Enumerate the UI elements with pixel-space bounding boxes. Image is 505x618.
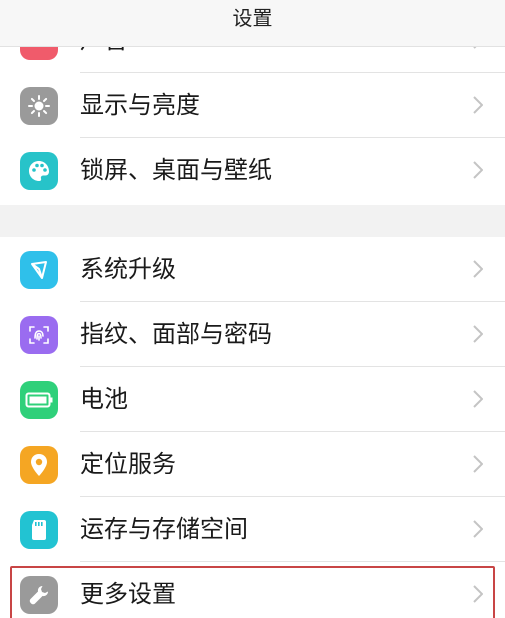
- title-bar: 设置: [0, 0, 505, 47]
- settings-item-storage[interactable]: 运存与存储空间: [0, 497, 505, 562]
- page-title: 设置: [232, 5, 273, 30]
- settings-item-label: 更多设置: [80, 580, 176, 608]
- settings-screen: 设置 声音 显示与亮度: [0, 0, 505, 618]
- settings-item-system-update[interactable]: 系统升级: [0, 237, 505, 302]
- settings-item-label: 显示与亮度: [80, 91, 200, 119]
- chevron-right-icon: [473, 520, 483, 538]
- fingerprint-icon: [20, 316, 58, 354]
- chevron-right-icon: [473, 161, 483, 179]
- chevron-right-icon: [473, 585, 483, 603]
- chevron-right-icon: [473, 325, 483, 343]
- chevron-right-icon: [473, 390, 483, 408]
- storage-icon: [20, 511, 58, 549]
- settings-item-label: 指纹、面部与密码: [80, 320, 272, 348]
- settings-item-battery[interactable]: 电池: [0, 367, 505, 432]
- settings-item-label: 电池: [80, 385, 128, 413]
- chevron-right-icon: [473, 96, 483, 114]
- chevron-right-icon: [473, 455, 483, 473]
- brightness-icon: [20, 87, 58, 125]
- settings-item-more-settings[interactable]: 更多设置: [0, 562, 505, 618]
- settings-item-label: 系统升级: [80, 255, 176, 283]
- settings-item-fingerprint-face-password[interactable]: 指纹、面部与密码: [0, 302, 505, 367]
- settings-group-system: 系统升级 指纹、面部与密码 电池 定位服务 运存与存储空间 更多设置: [0, 237, 505, 618]
- settings-item-label: 锁屏、桌面与壁纸: [80, 156, 272, 184]
- palette-icon: [20, 152, 58, 190]
- wrench-icon: [20, 576, 58, 614]
- battery-icon: [20, 381, 58, 419]
- settings-item-lockscreen-wallpaper[interactable]: 锁屏、桌面与壁纸: [0, 138, 505, 203]
- settings-item-label: 定位服务: [80, 450, 176, 478]
- location-icon: [20, 446, 58, 484]
- settings-item-location[interactable]: 定位服务: [0, 432, 505, 497]
- settings-item-label: 运存与存储空间: [80, 515, 248, 543]
- chevron-right-icon: [473, 260, 483, 278]
- system-update-icon: [20, 251, 58, 289]
- settings-item-display-brightness[interactable]: 显示与亮度: [0, 73, 505, 138]
